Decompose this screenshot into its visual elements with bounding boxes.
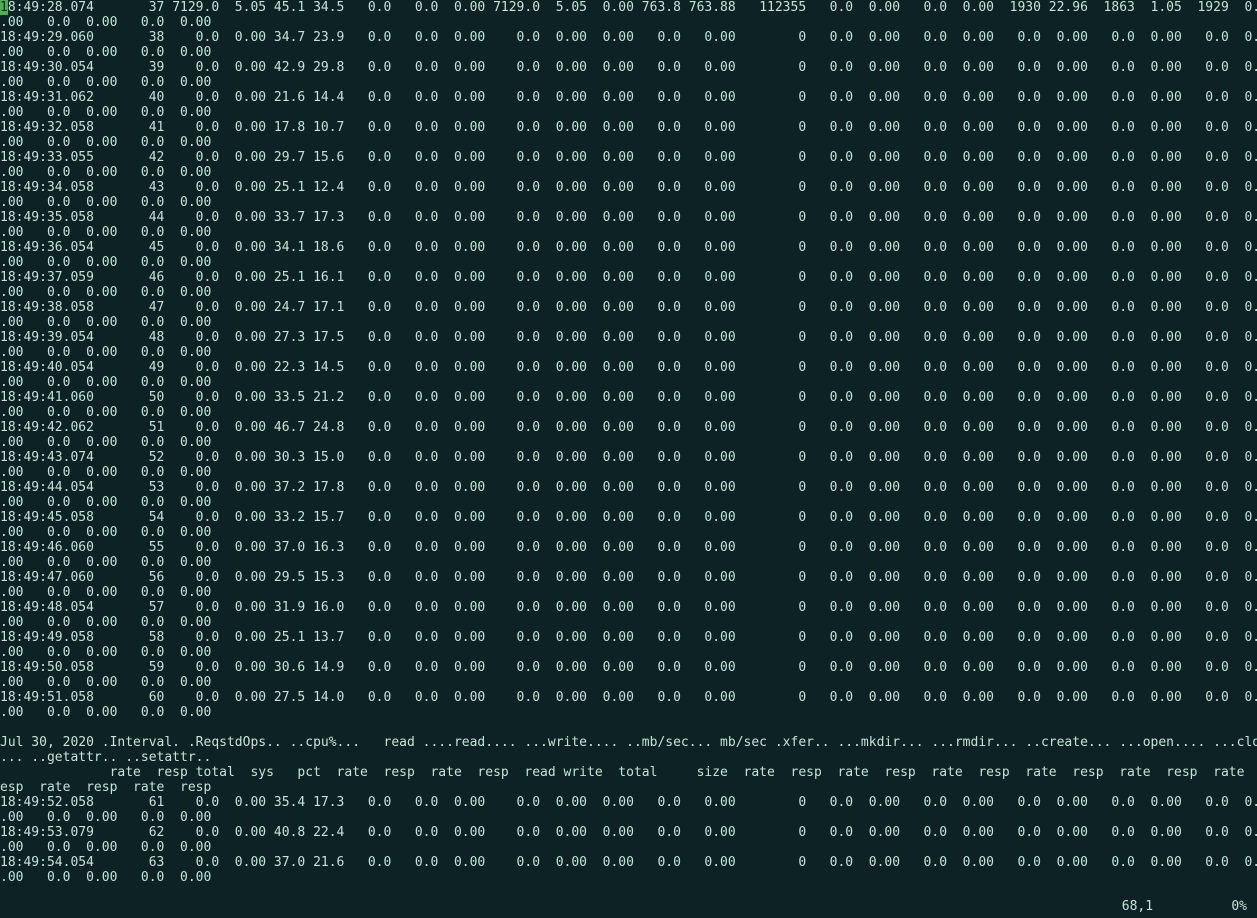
cursor-position: 68,1 bbox=[1122, 899, 1153, 914]
scroll-percent: 0% bbox=[1231, 899, 1247, 914]
terminal-output[interactable]: 18:49:28.074 37 7129.0 5.05 45.1 34.5 0.… bbox=[0, 0, 1257, 885]
editor-status-line: 68,1 0% bbox=[1106, 884, 1247, 914]
